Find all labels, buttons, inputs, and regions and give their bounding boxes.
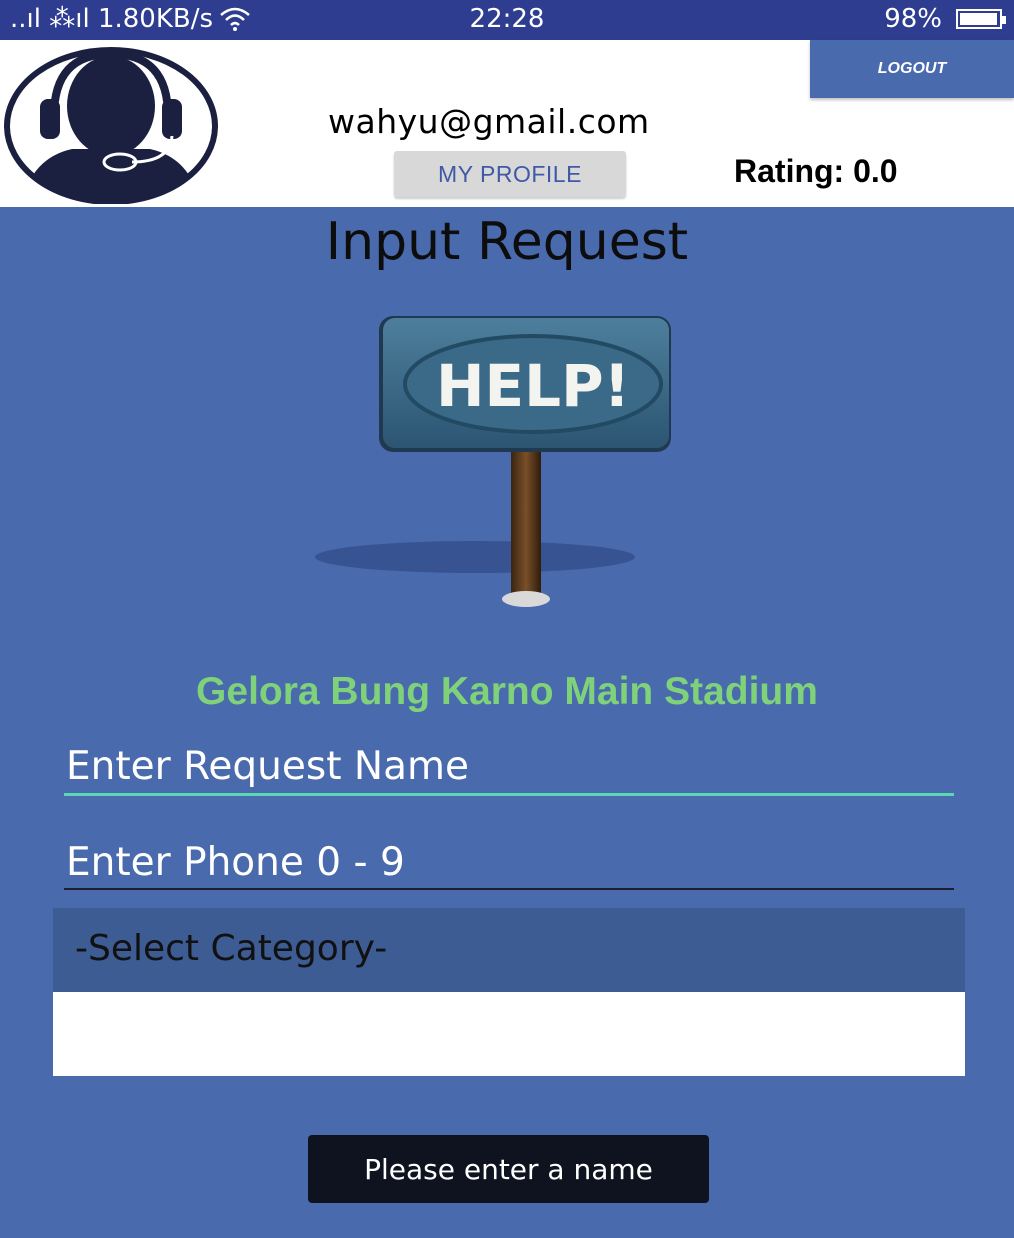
help-sign-image: HELP!	[315, 316, 671, 607]
profile-header: wahyu@gmail.com MY PROFILE Rating: 0.0 L…	[0, 40, 1014, 207]
request-name-input[interactable]	[64, 740, 954, 796]
battery-fill	[960, 13, 998, 25]
battery-percent: 98%	[884, 4, 942, 34]
status-time: 22:28	[469, 4, 545, 34]
category-selected-value: -Select Category-	[75, 928, 388, 969]
phone-input[interactable]	[64, 836, 954, 890]
battery-icon	[956, 9, 1006, 29]
venue-name: Gelora Bung Karno Main Stadium	[196, 670, 818, 713]
logout-button[interactable]: LOGOUT	[810, 40, 1014, 98]
user-email: wahyu@gmail.com	[328, 102, 650, 141]
rating-label: Rating: 0.0	[734, 153, 898, 189]
page-title: Input Request	[325, 212, 689, 272]
help-sign-text: HELP!	[436, 352, 630, 420]
category-dropdown-area	[53, 992, 965, 1076]
toast-message: Please enter a name	[308, 1135, 709, 1203]
category-select[interactable]: -Select Category-	[53, 908, 965, 992]
status-bar: ..ıl ⁂ıl 1.80KB/s 22:28 98%	[0, 0, 1014, 40]
my-profile-button[interactable]: MY PROFILE	[394, 151, 626, 197]
status-right: 98%	[884, 4, 1006, 34]
